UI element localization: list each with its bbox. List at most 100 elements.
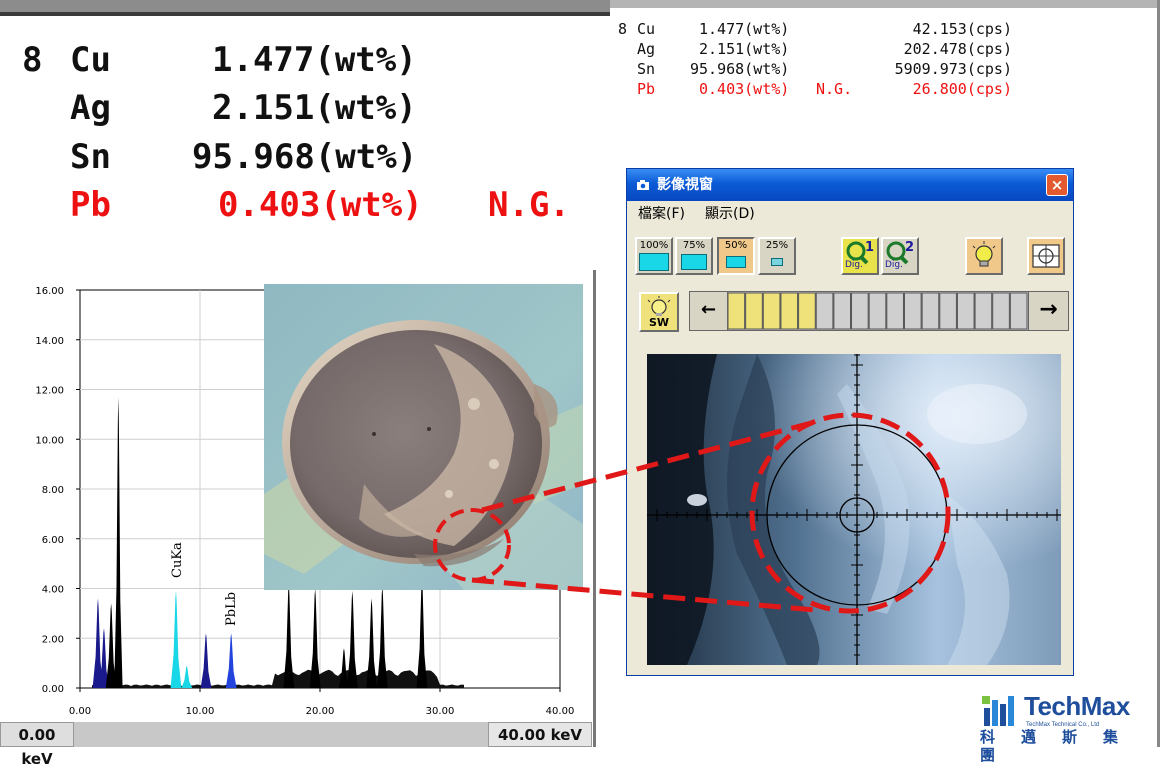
brightness-segment [798,292,816,330]
ng-flag: N.G. [488,185,570,225]
digital-zoom-1-button[interactable]: 1 Dig. [841,237,879,275]
zoom-50-button[interactable]: 50% [717,237,755,275]
y-tick-label: 16.00 [35,286,64,297]
zoom-label: 75% [682,240,706,251]
zoom-swatch-icon [681,254,707,270]
energy-range-end: 40.00 keV [488,722,592,747]
element-wt: 1.477(wt%) [699,20,790,38]
sample-photo [264,284,583,590]
peak-label-cuka: CuKa [170,542,185,578]
element-symbol: Pb [70,185,111,225]
window-header-bar [610,0,1160,8]
composition-row-sn: Sn 95.968(wt%) [0,133,600,181]
element-wt: 95.968(wt%) [690,60,790,78]
y-tick-label: 10.00 [35,435,64,446]
element-symbol: Sn [637,60,656,78]
x-tick-label: 0.00 [69,706,91,717]
digital-zoom-2-button[interactable]: 2 Dig. [881,237,919,275]
light-switch-button[interactable]: SW [639,292,679,332]
composition-row-ag: Ag 2.151(wt%) 202.478(cps) [612,39,1032,59]
camera-icon [636,178,650,192]
brightness-slider[interactable]: ← → [689,291,1069,331]
y-tick-label: 4.00 [42,585,64,596]
energy-range-bar[interactable] [74,722,488,747]
brightness-segment [868,292,887,330]
element-cps: 202.478(cps) [903,40,1012,58]
crosshair-button[interactable] [1027,237,1065,275]
panel-divider [593,270,596,747]
sw-label: SW [648,316,670,329]
menu-display[interactable]: 顯示(D) [705,203,755,225]
y-tick-label: 0.00 [42,684,64,695]
menu-bar: 檔案(F) 顯示(D) [627,203,1073,225]
brightness-segment [939,292,957,330]
light-button[interactable] [965,237,1003,275]
composition-row-pb: Pb 0.403(wt%) N.G. [0,181,600,229]
composition-row-cu: 8 Cu 1.477(wt%) [0,36,600,84]
x-tick-label: 10.00 [186,706,215,717]
brightness-segment [762,292,781,330]
toolbar: 100% 75% 50% 25% 1 Dig. 2 Dig. [627,227,1073,283]
brightness-segment [815,292,834,330]
energy-range-start: 0.00 keV [0,722,74,768]
element-cps: 5909.973(cps) [894,60,1012,78]
peak-label-pblb: PbLb [224,592,239,626]
brightness-segment [921,292,940,330]
y-tick-label: 8.00 [42,485,64,496]
brightness-segment [886,292,904,330]
light-bulb-icon [972,241,996,267]
sample-index: 8 [618,20,628,38]
y-tick-label: 6.00 [42,535,64,546]
zoom-swatch-icon [639,253,669,271]
dig-number: 2 [905,240,915,255]
camera-viewport[interactable] [647,354,1061,665]
y-tick-label: 14.00 [35,336,64,347]
element-wt: 1.477(wt%) [212,40,417,80]
dig-label: Dig. [845,260,864,270]
element-wt: 95.968(wt%) [192,137,418,177]
element-wt: 2.151(wt%) [699,40,790,58]
zoom-swatch-icon [726,256,746,268]
brightness-segments [728,292,1028,330]
brightness-segment [1009,292,1028,330]
zoom-100-button[interactable]: 100% [635,237,673,275]
brightness-segment [851,292,869,330]
brightness-segment [992,292,1010,330]
element-symbol: Cu [70,40,111,80]
zoom-label: 50% [724,240,748,251]
zoom-75-button[interactable]: 75% [675,237,713,275]
zoom-label: 25% [765,240,789,251]
close-button[interactable]: × [1046,174,1068,196]
composition-row-pb: Pb 0.403(wt%) N.G. 26.800(cps) [612,79,1032,99]
window-titlebar[interactable]: 影像視窗 × [627,169,1073,201]
window-title: 影像視窗 [657,177,713,193]
zoom-label: 100% [639,240,669,251]
arrow-left-button[interactable]: ← [690,292,728,330]
techmax-logo: TechMax TechMax Technical Co., Ltd 科邁斯集團 [980,690,1158,764]
sample-index: 8 [22,40,43,80]
x-tick-label: 30.00 [426,706,455,717]
y-axis-labels: 0.00 2.00 4.00 6.00 8.00 10.00 12.00 14.00 16.00 [35,286,64,695]
window-header-edge [0,12,610,16]
brightness-segment [728,292,746,330]
composition-row-sn: Sn 95.968(wt%) 5909.973(cps) [612,59,1032,79]
element-cps: 42.153(cps) [912,20,1012,38]
dig-number: 1 [865,240,875,255]
brightness-segment [780,292,799,330]
x-tick-label: 40.00 [546,706,575,717]
menu-file[interactable]: 檔案(F) [638,203,685,225]
brightness-segment [745,292,763,330]
techmax-logo-mark-icon [982,696,1014,726]
brightness-segment [956,292,975,330]
x-tick-label: 20.00 [306,706,335,717]
window-header-bar [0,0,610,12]
arrow-right-button[interactable]: → [1028,292,1068,330]
logo-chinese-name: 科邁斯集團 [980,728,1145,764]
zoom-swatch-icon [771,258,783,266]
y-tick-label: 2.00 [42,634,64,645]
y-tick-label: 12.00 [35,386,64,397]
composition-row-cu: 8 Cu 1.477(wt%) 42.153(cps) [612,19,1032,39]
element-cps: 26.800(cps) [912,80,1012,98]
brightness-segment [974,292,993,330]
zoom-25-button[interactable]: 25% [758,237,796,275]
